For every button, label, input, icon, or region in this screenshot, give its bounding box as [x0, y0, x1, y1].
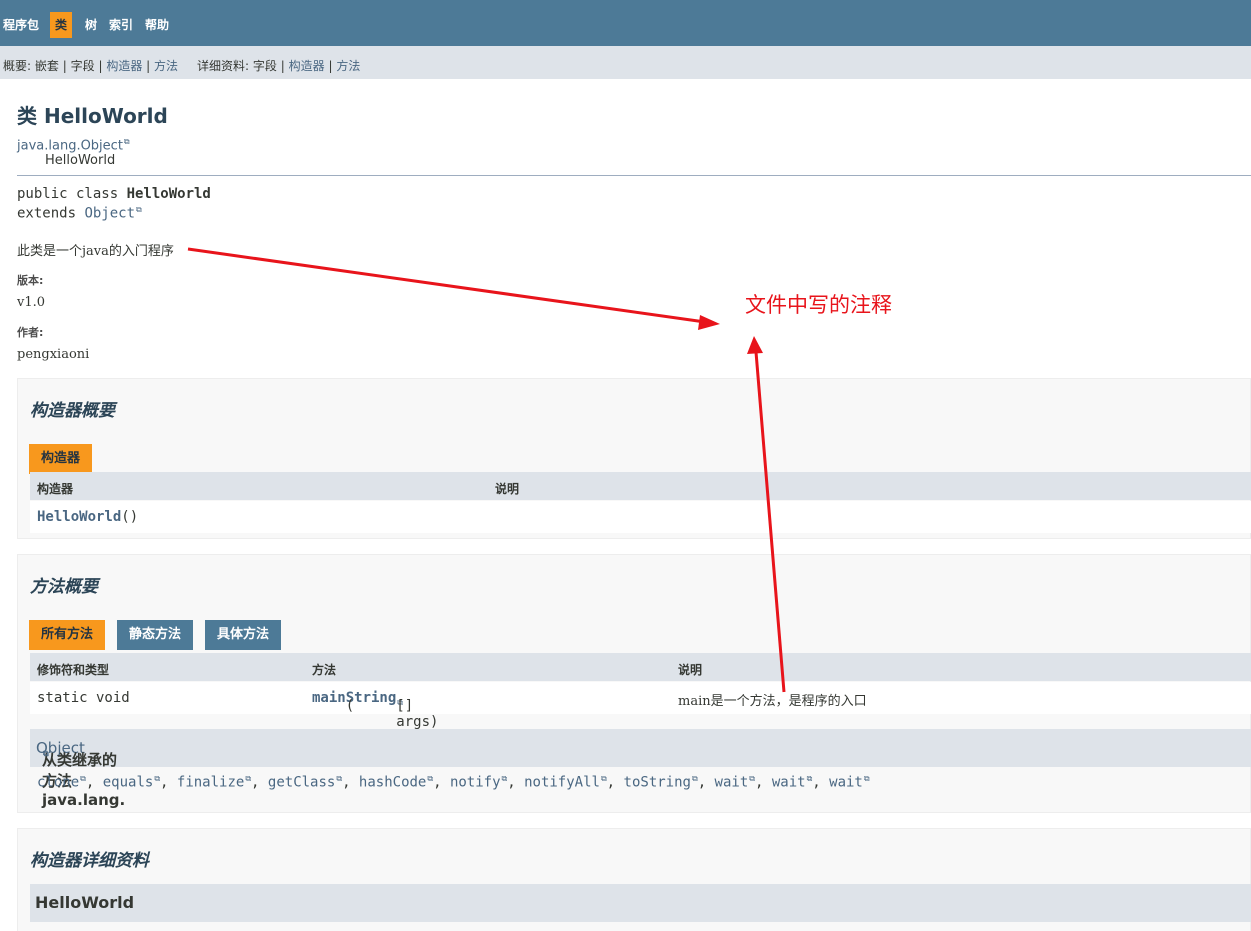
arrow-line-method: [754, 351, 786, 693]
annotation-arrows: [187, 247, 786, 693]
arrow-head-icon: [747, 336, 763, 354]
annotation-label: 文件中写的注释: [745, 293, 892, 317]
arrow-head-icon: [698, 315, 720, 330]
arrow-line-description: [187, 247, 706, 324]
